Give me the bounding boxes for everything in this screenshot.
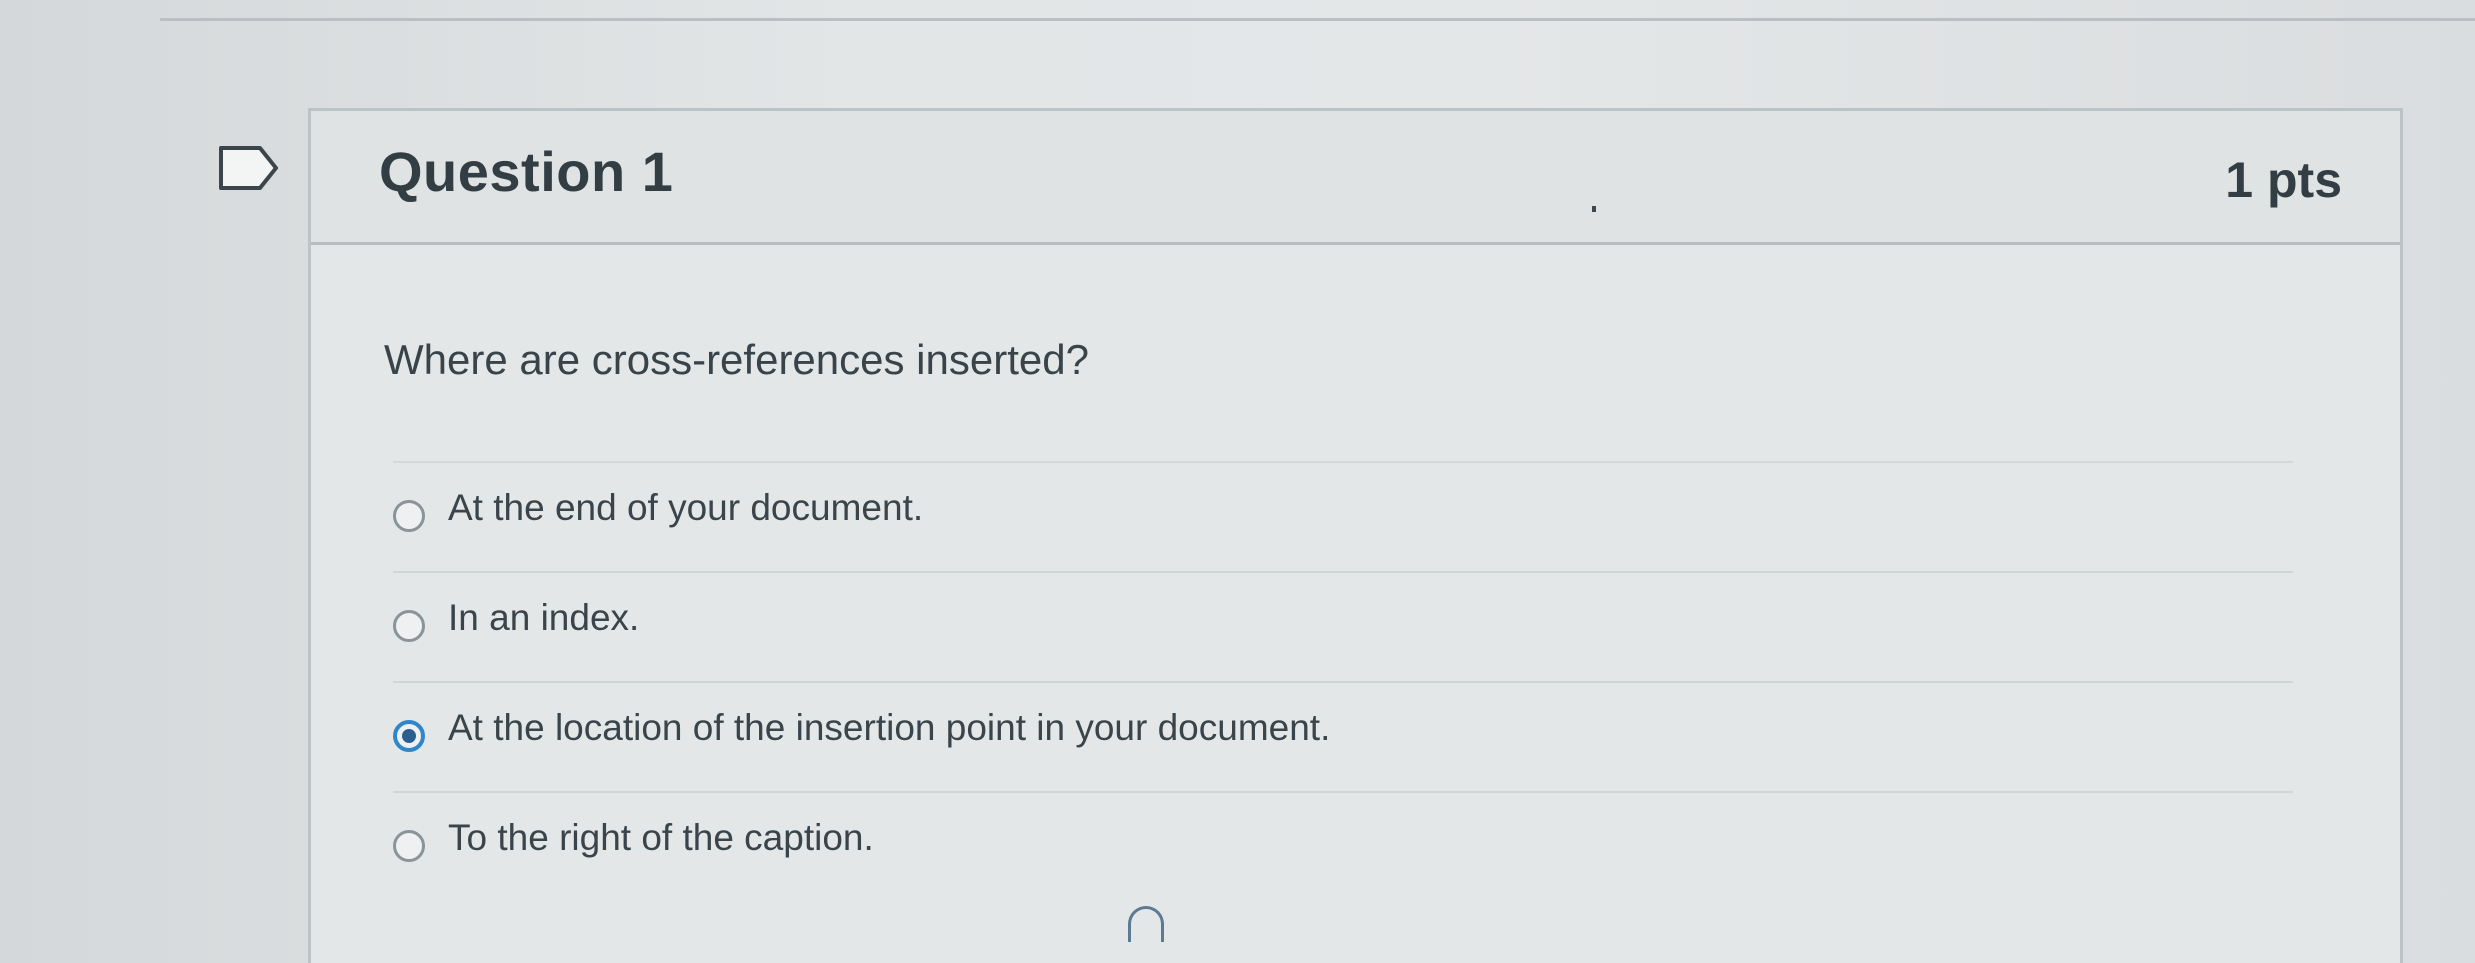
answer-option-1[interactable]: At the end of your document.	[393, 461, 2293, 571]
radio-button[interactable]	[393, 830, 425, 862]
answer-option-3[interactable]: At the location of the insertion point i…	[393, 681, 2293, 791]
answer-label: In an index.	[448, 597, 640, 638]
top-divider	[160, 18, 2475, 21]
answer-label: To the right of the caption.	[448, 817, 874, 858]
answer-option-2[interactable]: In an index.	[393, 571, 2293, 681]
radio-button[interactable]	[393, 500, 425, 532]
pointer-mark	[1592, 206, 1596, 212]
question-title: Question 1	[379, 140, 674, 203]
question-points: 1 pts	[2225, 152, 2342, 208]
answer-label: At the location of the insertion point i…	[448, 707, 1331, 748]
answer-label: At the end of your document.	[448, 487, 924, 528]
cursor-arc-icon	[1128, 906, 1164, 942]
question-header: Question 1 1 pts	[311, 111, 2400, 245]
radio-button-selected[interactable]	[393, 720, 425, 752]
answer-option-4[interactable]: To the right of the caption.	[393, 791, 2293, 901]
answer-list: At the end of your document. In an index…	[393, 461, 2293, 901]
flag-question-icon[interactable]	[218, 145, 280, 191]
question-text: Where are cross-references inserted?	[384, 336, 1089, 383]
question-card: Question 1 1 pts Where are cross-referen…	[308, 108, 2403, 963]
radio-button[interactable]	[393, 610, 425, 642]
